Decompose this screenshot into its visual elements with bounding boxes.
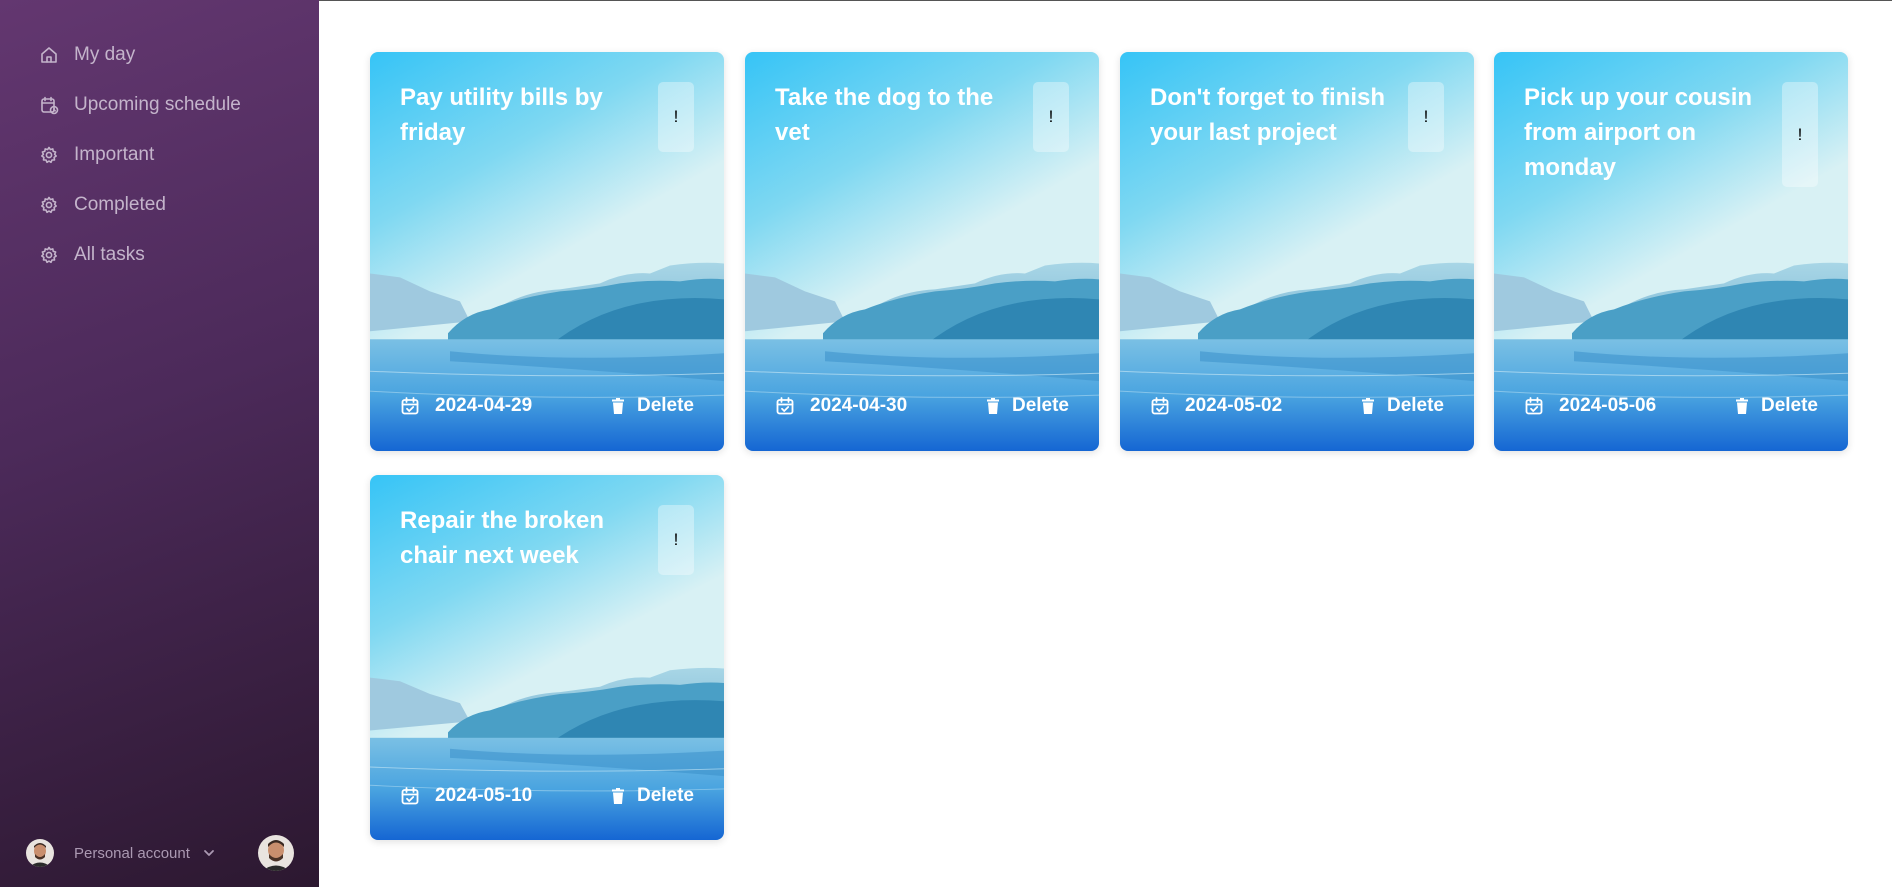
account-switcher[interactable]: Personal account [26,833,294,873]
delete-label: Delete [636,785,694,806]
calendar-clock-icon [41,96,59,115]
calendar-check-icon [776,397,794,415]
task-footer: 2024-04-30 Delete [775,394,1069,418]
task-card: Pay utility bills by friday ! 2024-04-29… [370,52,724,451]
sidebar-item-completed[interactable]: Completed [0,180,319,230]
sidebar-item-all-tasks[interactable]: All tasks [0,230,319,280]
task-title: Don't forget to finish your last project [1150,84,1385,146]
task-footer: 2024-05-06 Delete [1524,394,1818,418]
mark-important-button[interactable]: ! [658,505,694,575]
task-due-date: 2024-04-29 [435,395,533,416]
mark-important-button[interactable]: ! [1408,82,1444,152]
sidebar-item-important[interactable]: Important [0,130,319,180]
account-label: Personal account [74,844,190,862]
sidebar-item-my-day[interactable]: My day [0,30,319,80]
mark-important-button[interactable]: ! [1033,82,1069,152]
home-icon [41,47,57,63]
calendar-check-icon [401,787,419,805]
gear-icon [41,196,57,214]
sidebar-item-label: Completed [74,194,166,215]
sidebar-nav: My day Upcoming schedule Important Compl… [0,0,319,280]
calendar-check-icon [1151,397,1169,415]
trash-icon [1735,398,1748,414]
task-title: Repair the broken chair next week [400,507,605,569]
delete-label: Delete [1011,395,1069,416]
sidebar-item-label: My day [74,44,136,65]
sidebar-item-upcoming-schedule[interactable]: Upcoming schedule [0,80,319,130]
calendar-check-icon [1525,397,1543,415]
task-card: Take the dog to the vet ! 2024-04-30 Del… [745,52,1099,451]
trash-icon [611,788,624,804]
delete-button[interactable]: Delete [611,785,694,807]
task-title: Pay utility bills by friday [400,84,603,146]
task-due-date: 2024-05-10 [435,785,533,806]
sidebar-item-label: Upcoming schedule [74,94,241,115]
task-board: Pay utility bills by friday ! 2024-04-29… [319,0,1892,887]
mark-important-button[interactable]: ! [1782,82,1818,187]
chevron-down-icon [204,850,214,856]
delete-label: Delete [636,395,694,416]
task-footer: 2024-05-02 Delete [1150,394,1444,418]
delete-button[interactable]: Delete [986,395,1069,417]
task-title: Take the dog to the vet [775,84,994,146]
user-avatar[interactable] [258,835,294,871]
sidebar: My day Upcoming schedule Important Compl… [0,0,319,887]
task-card: Repair the broken chair next week ! 2024… [370,475,724,840]
calendar-check-icon [401,397,419,415]
trash-icon [1361,398,1374,414]
task-footer: 2024-05-10 Delete [400,784,694,808]
trash-icon [986,398,999,414]
task-due-date: 2024-05-06 [1559,395,1657,416]
sidebar-item-label: All tasks [74,244,145,265]
task-due-date: 2024-05-02 [1185,395,1283,416]
mark-important-button[interactable]: ! [658,82,694,152]
avatar [26,839,54,867]
task-due-date: 2024-04-30 [810,395,908,416]
task-title: Pick up your cousin from airport on mond… [1524,84,1753,181]
delete-label: Delete [1386,395,1444,416]
delete-button[interactable]: Delete [1735,395,1818,417]
delete-button[interactable]: Delete [1361,395,1444,417]
gear-icon [41,246,57,264]
gear-icon [41,146,57,164]
sidebar-item-label: Important [74,144,155,165]
delete-label: Delete [1760,395,1818,416]
task-card: Pick up your cousin from airport on mond… [1494,52,1848,451]
delete-button[interactable]: Delete [611,395,694,417]
task-footer: 2024-04-29 Delete [400,394,694,418]
task-card: Don't forget to finish your last project… [1120,52,1474,451]
trash-icon [611,398,624,414]
